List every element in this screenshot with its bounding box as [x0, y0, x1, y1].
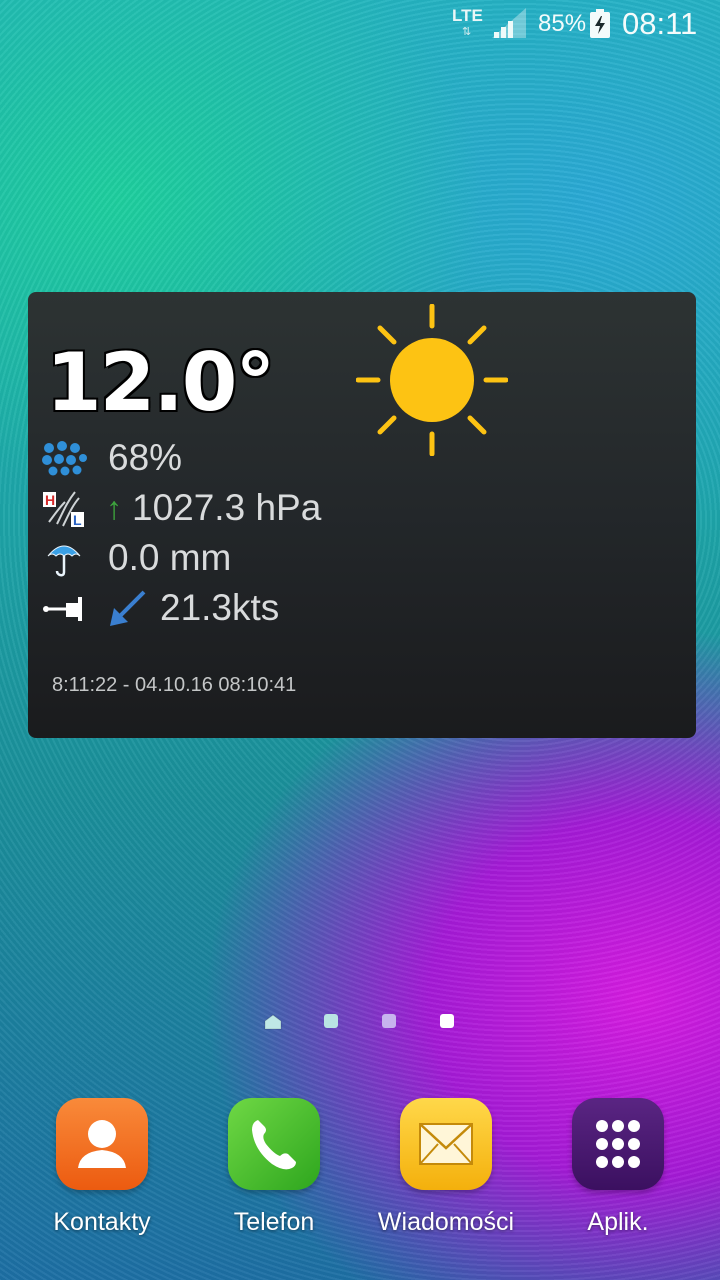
dock-label: Wiadomości [377, 1208, 515, 1236]
pressure-icon: H L [40, 488, 88, 528]
windsock-icon [40, 588, 88, 628]
dock-label: Telefon [233, 1208, 315, 1236]
pressure-row: H L ↑ 1027.3 hPa [40, 486, 321, 530]
page-dot[interactable] [324, 1014, 338, 1028]
pressure-value: 1027.3 hPa [132, 487, 322, 528]
rain-value: 0.0 mm [108, 537, 232, 578]
dock-label: Kontakty [53, 1208, 151, 1236]
clock: 08:11 [622, 6, 698, 41]
dock-item-contacts[interactable]: Kontakty [32, 1098, 172, 1237]
dock-label: Aplik. [587, 1208, 649, 1236]
apps-grid-icon [572, 1098, 664, 1190]
wind-row: 21.3kts [40, 586, 279, 630]
svg-text:H: H [45, 492, 55, 508]
wind-value: 21.3kts [160, 587, 280, 628]
weather-widget[interactable]: 12.0° 68% H L ↑ 1027.3 hPa 0.0 mm 21.3kt… [28, 292, 696, 738]
battery-percent: 85% [538, 10, 587, 37]
svg-text:L: L [73, 512, 82, 528]
page-dot-current[interactable] [440, 1014, 454, 1028]
humidity-value: 68% [108, 437, 183, 478]
humidity-row: 68% [40, 436, 182, 480]
rain-row: 0.0 mm [40, 536, 231, 580]
signal-bars-icon [492, 8, 526, 38]
contacts-icon [56, 1098, 148, 1190]
sun-icon [356, 304, 508, 456]
messages-icon [400, 1098, 492, 1190]
update-timestamp: 8:11:22 - 04.10.16 08:10:41 [52, 674, 297, 696]
dock-item-messages[interactable]: Wiadomości [376, 1098, 516, 1237]
home-page-icon[interactable] [264, 1014, 282, 1030]
network-type: LTE [452, 6, 483, 25]
page-dot[interactable] [382, 1014, 396, 1028]
temperature: 12.0° [46, 336, 275, 429]
phone-icon [228, 1098, 320, 1190]
dock-item-apps[interactable]: Aplik. [548, 1098, 688, 1237]
battery-charging-icon [590, 9, 610, 38]
arrow-down-left-icon [110, 590, 146, 626]
status-bar: LTE ⇅ 85% 08:11 [0, 0, 720, 48]
pressure-trend-icon: ↑ [106, 489, 122, 526]
humidity-icon [40, 438, 88, 478]
dock-item-phone[interactable]: Telefon [204, 1098, 344, 1237]
data-activity-icon: ⇅ [462, 26, 471, 38]
page-indicator [0, 1014, 720, 1034]
umbrella-icon [40, 538, 88, 578]
